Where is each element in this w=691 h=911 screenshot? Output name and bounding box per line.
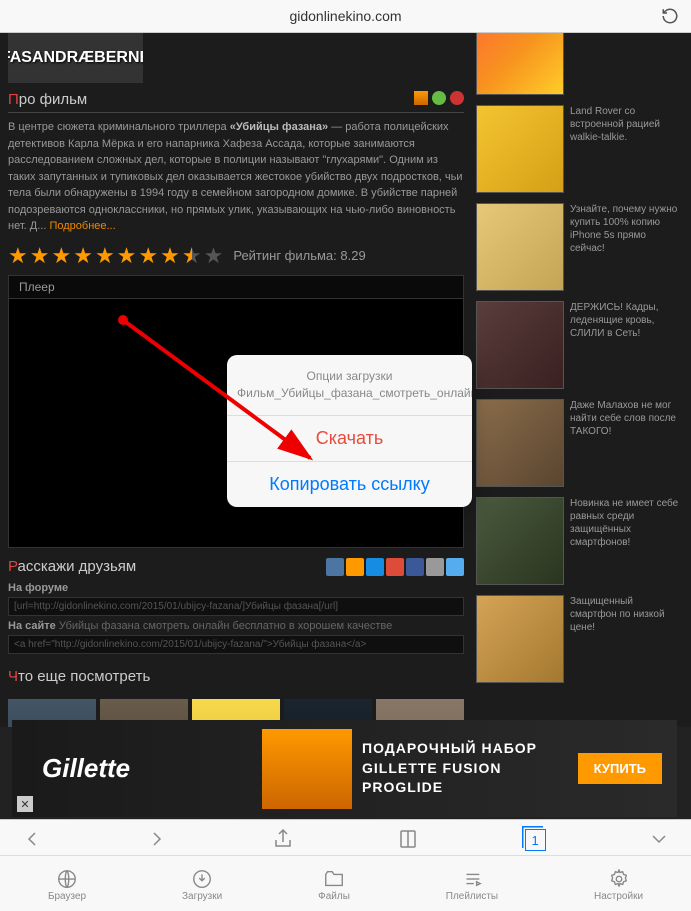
playlists-tab[interactable]: Плейлисты: [446, 868, 498, 902]
vk-icon[interactable]: [326, 558, 344, 576]
ad-thumb: [476, 399, 564, 487]
sidebar-ad[interactable]: Новинка не имеет себе равных среди защищ…: [476, 497, 679, 585]
tabs-count: 1: [525, 829, 546, 851]
url-text: gidonlinekino.com: [42, 8, 649, 24]
forward-icon[interactable]: [145, 827, 169, 851]
favorite-icon[interactable]: [450, 91, 464, 105]
facebook-icon[interactable]: [406, 558, 424, 576]
files-tab[interactable]: Файлы: [318, 868, 350, 902]
safari-toolbar: 1: [0, 819, 691, 857]
downloads-tab[interactable]: Загрузки: [182, 868, 222, 902]
app-bottom-bar: Браузер Загрузки Файлы Плейлисты Настрой…: [0, 855, 691, 911]
tabs-icon[interactable]: 1: [522, 827, 546, 851]
forum-label: На форуме: [8, 582, 464, 594]
clapper-icon[interactable]: [414, 91, 428, 105]
more-link[interactable]: Подробнее...: [49, 220, 115, 232]
ad-thumb: [476, 497, 564, 585]
download-button[interactable]: Скачать: [227, 415, 472, 461]
copy-link-button[interactable]: Копировать ссылку: [227, 461, 472, 507]
movie-poster[interactable]: FASANDRÆBERNE: [8, 33, 143, 83]
banner-product-image: [262, 729, 352, 809]
banner-text: ПОДАРОЧНЫЙ НАБОР GILLETTE FUSION PROGLID…: [352, 739, 578, 798]
safari-address-bar: gidonlinekino.com: [0, 0, 691, 33]
sidebar-ad[interactable]: ДЕРЖИСЬ! Кадры, леденящие кровь, СЛИЛИ в…: [476, 301, 679, 389]
share-icon[interactable]: [271, 827, 295, 851]
about-heading: Про фильм: [8, 91, 464, 113]
close-icon[interactable]: ✕: [17, 796, 33, 812]
sidebar-ad[interactable]: [476, 33, 679, 95]
settings-tab[interactable]: Настройки: [594, 868, 643, 902]
forum-bbcode-input[interactable]: [8, 597, 464, 616]
ad-thumb: [476, 33, 564, 95]
sidebar-ad[interactable]: Узнайте, почему нужно купить 100% копию …: [476, 203, 679, 291]
mailru-icon[interactable]: [366, 558, 384, 576]
ad-text: Новинка не имеет себе равных среди защищ…: [570, 497, 679, 585]
player-tab[interactable]: Плеер: [9, 276, 463, 299]
ok-icon[interactable]: [346, 558, 364, 576]
buy-button[interactable]: КУПИТЬ: [578, 753, 662, 784]
ad-text: Узнайте, почему нужно купить 100% копию …: [570, 203, 679, 291]
sidebar: Land Rover со встроенной рацией walkie-t…: [472, 33, 683, 727]
action-sheet-header: Опции загрузки Фильм_Убийцы_фазана_смотр…: [227, 355, 472, 415]
gplus-icon[interactable]: [386, 558, 404, 576]
site-label: На сайте Убийцы фазана смотреть онлайн б…: [8, 620, 464, 632]
chevron-down-icon[interactable]: [647, 827, 671, 851]
twitter-icon[interactable]: [446, 558, 464, 576]
poster-title: FASANDRÆBERNE: [8, 49, 143, 67]
share-heading: Расскажи друзьям: [8, 558, 326, 575]
movie-description: В центре сюжета криминального триллера «…: [8, 119, 464, 235]
browser-tab[interactable]: Браузер: [48, 868, 86, 902]
link-icon[interactable]: [426, 558, 444, 576]
ad-text: ДЕРЖИСЬ! Кадры, леденящие кровь, СЛИЛИ в…: [570, 301, 679, 389]
ad-text: Даже Малахов не мог найти себе слов посл…: [570, 399, 679, 487]
ad-text: Защищенный смартфон по низкой цене!: [570, 595, 679, 683]
refresh-icon[interactable]: [661, 7, 679, 25]
sidebar-ad[interactable]: Даже Малахов не мог найти себе слов посл…: [476, 399, 679, 487]
bookmarks-icon[interactable]: [396, 827, 420, 851]
site-html-input[interactable]: [8, 635, 464, 654]
ad-text: Land Rover со встроенной рацией walkie-t…: [570, 105, 679, 193]
download-action-sheet: Опции загрузки Фильм_Убийцы_фазана_смотр…: [227, 355, 472, 507]
sidebar-ad[interactable]: Защищенный смартфон по низкой цене!: [476, 595, 679, 683]
gillette-banner[interactable]: ✕ Gillette ПОДАРОЧНЫЙ НАБОР GILLETTE FUS…: [12, 720, 677, 817]
rating-stars[interactable]: ★★★★★★★★★★ Рейтинг фильма: 8.29: [8, 243, 464, 269]
ad-thumb: [476, 203, 564, 291]
ad-thumb: [476, 105, 564, 193]
rec-heading: Что еще посмотреть: [8, 668, 464, 689]
star-icon[interactable]: [432, 91, 446, 105]
sidebar-ad[interactable]: Land Rover со встроенной рацией walkie-t…: [476, 105, 679, 193]
ad-thumb: [476, 301, 564, 389]
rating-value: Рейтинг фильма: 8.29: [233, 248, 365, 263]
back-icon[interactable]: [20, 827, 44, 851]
banner-logo: Gillette: [12, 753, 262, 784]
ad-thumb: [476, 595, 564, 683]
